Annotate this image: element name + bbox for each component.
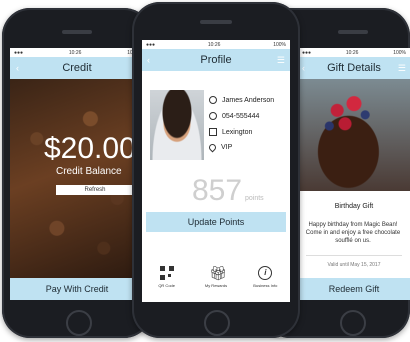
profile-city-row: Lexington (209, 128, 252, 136)
status-time: 10:26 (207, 41, 221, 48)
menu-icon[interactable]: ☰ (398, 63, 406, 74)
nav-bar: ‹ Credit (10, 57, 144, 79)
signal-icon: ●●● (302, 49, 312, 56)
update-points-button[interactable]: Update Points (146, 212, 286, 232)
status-time: 10:26 (345, 49, 359, 56)
back-icon[interactable]: ‹ (147, 55, 150, 65)
redeem-gift-button[interactable]: Redeem Gift (298, 278, 410, 300)
speaker (62, 30, 92, 34)
nav-label: QR Code (158, 283, 175, 288)
gift-icon: 🎁︎ (208, 265, 227, 281)
page-title: Gift Details (327, 62, 381, 74)
home-button[interactable] (204, 310, 230, 336)
avatar (150, 90, 204, 160)
page-title: Profile (200, 54, 232, 66)
gift-details-screen: ●●● 10:26 100% ‹ Gift Details ☰ Birthday… (298, 48, 410, 300)
profile-city: Lexington (222, 128, 253, 136)
profile-name: James Anderson (222, 96, 275, 104)
gift-valid-until: Valid until May 15, 2017 (327, 262, 381, 268)
page-title: Credit (62, 62, 92, 74)
phone-profile: ●●● 10:26 100% ‹ Profile ☰ James Anderso… (132, 2, 300, 338)
nav-my-rewards[interactable]: 🎁︎ My Rewards (196, 266, 236, 288)
points-value: 857 (192, 174, 243, 207)
phone-credit: ●●● 10:26 100% ‹ Credit $20.00 Credit Ba… (2, 8, 152, 338)
credit-balance-label: Credit Balance (56, 166, 122, 177)
refresh-button[interactable]: Refresh (56, 185, 134, 195)
user-icon (209, 96, 217, 104)
credit-screen: ●●● 10:26 100% ‹ Credit $20.00 Credit Ba… (10, 48, 144, 300)
pay-with-credit-button[interactable]: Pay With Credit (10, 278, 144, 300)
coffee-beans-image (10, 79, 144, 278)
nav-qr-code[interactable]: QR Code (147, 266, 187, 288)
speaker (200, 20, 232, 24)
signal-icon: ●●● (14, 49, 24, 56)
status-time: 10:26 (68, 49, 82, 56)
battery-level: 100% (393, 49, 406, 56)
back-icon[interactable]: ‹ (302, 63, 305, 73)
home-button[interactable] (340, 310, 366, 336)
gift-title: Birthday Gift (334, 203, 374, 210)
chocolate-cake-image (298, 79, 410, 191)
nav-business-info[interactable]: i Business Info (245, 266, 285, 288)
home-button[interactable] (66, 310, 92, 336)
nav-label: Business Info (253, 283, 278, 288)
profile-tier-row: VIP (207, 142, 233, 153)
info-icon: i (258, 266, 273, 280)
phone-icon (209, 112, 217, 120)
building-icon (209, 128, 217, 136)
nav-bar: ‹ Gift Details ☰ (298, 57, 410, 79)
battery-level: 100% (273, 41, 286, 48)
gift-description: Happy birthday from Magic Bean! Come in … (305, 222, 401, 244)
status-bar: ●●● 10:26 100% (142, 40, 290, 49)
points-label: points (245, 195, 264, 202)
back-icon[interactable]: ‹ (16, 63, 19, 73)
nav-bar: ‹ Profile ☰ (142, 49, 290, 71)
status-bar: ●●● 10:26 100% (10, 48, 144, 57)
location-pin-icon (207, 142, 218, 153)
profile-name-row: James Anderson (209, 96, 274, 104)
status-bar: ●●● 10:26 100% (298, 48, 410, 57)
menu-icon[interactable]: ☰ (277, 55, 285, 66)
signal-icon: ●●● (146, 41, 156, 48)
speaker (338, 30, 368, 34)
divider (306, 255, 402, 256)
profile-tier: VIP (221, 144, 233, 151)
credit-amount: $20.00 (44, 132, 136, 165)
nav-label: My Rewards (204, 283, 228, 288)
bottom-nav: QR Code 🎁︎ My Rewards i Business Info (142, 266, 290, 302)
profile-phone: 054-555444 (222, 112, 260, 120)
profile-phone-row: 054-555444 (209, 112, 259, 120)
profile-screen: ●●● 10:26 100% ‹ Profile ☰ James Anderso… (142, 40, 290, 302)
qr-code-icon (159, 266, 174, 280)
